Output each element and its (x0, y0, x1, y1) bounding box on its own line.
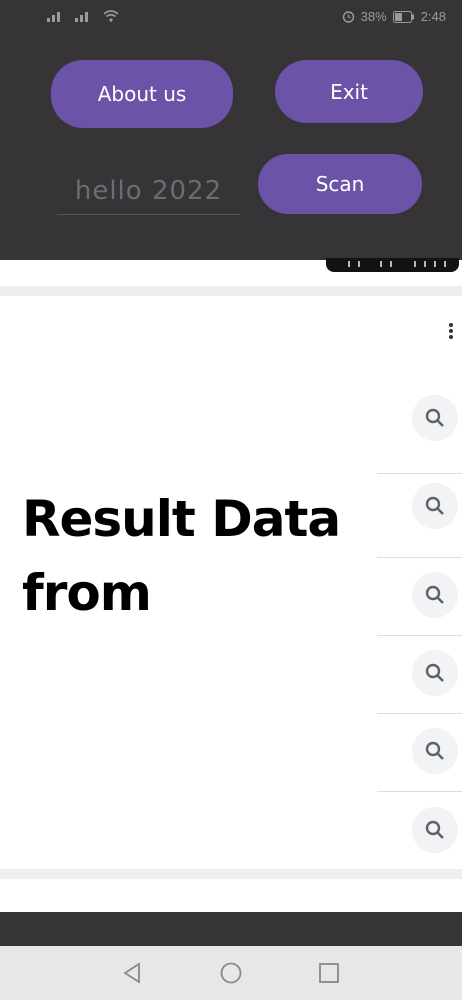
battery-icon (392, 10, 414, 23)
system-navigation-bar (0, 946, 462, 1000)
result-text: Result Data from (22, 490, 341, 622)
search-row[interactable] (377, 395, 462, 474)
search-row[interactable] (377, 572, 462, 636)
about-us-button[interactable]: About us (51, 60, 233, 128)
wifi-icon (103, 10, 119, 22)
clock: 2:48 (420, 9, 446, 24)
text-input[interactable]: hello 2022 (57, 168, 240, 215)
search-icon (425, 585, 444, 604)
divider (0, 869, 462, 879)
status-bar: 38% 2:48 (0, 0, 462, 34)
search-icon (425, 663, 444, 682)
search-icon (425, 408, 444, 427)
app-header: 38% 2:48 About us Exit hello 2022 Scan (0, 0, 462, 260)
back-icon[interactable] (120, 961, 144, 985)
search-row[interactable] (377, 728, 462, 792)
signal-icon (75, 12, 88, 22)
scan-button[interactable]: Scan (258, 154, 422, 214)
exit-button[interactable]: Exit (275, 60, 423, 123)
search-icon (425, 820, 444, 839)
search-row[interactable] (377, 650, 462, 714)
search-icon (425, 741, 444, 760)
bottom-bar (0, 912, 462, 946)
home-icon[interactable] (219, 961, 243, 985)
search-icon (425, 496, 444, 515)
search-row[interactable] (377, 807, 462, 867)
kebab-menu-icon[interactable] (448, 321, 454, 343)
battery-percent: 38% (360, 9, 387, 24)
search-row[interactable] (377, 483, 462, 558)
image-strip (326, 258, 459, 272)
signal-icon (47, 12, 60, 22)
alarm-icon (342, 11, 354, 23)
divider (0, 286, 462, 296)
recents-icon[interactable] (317, 961, 341, 985)
